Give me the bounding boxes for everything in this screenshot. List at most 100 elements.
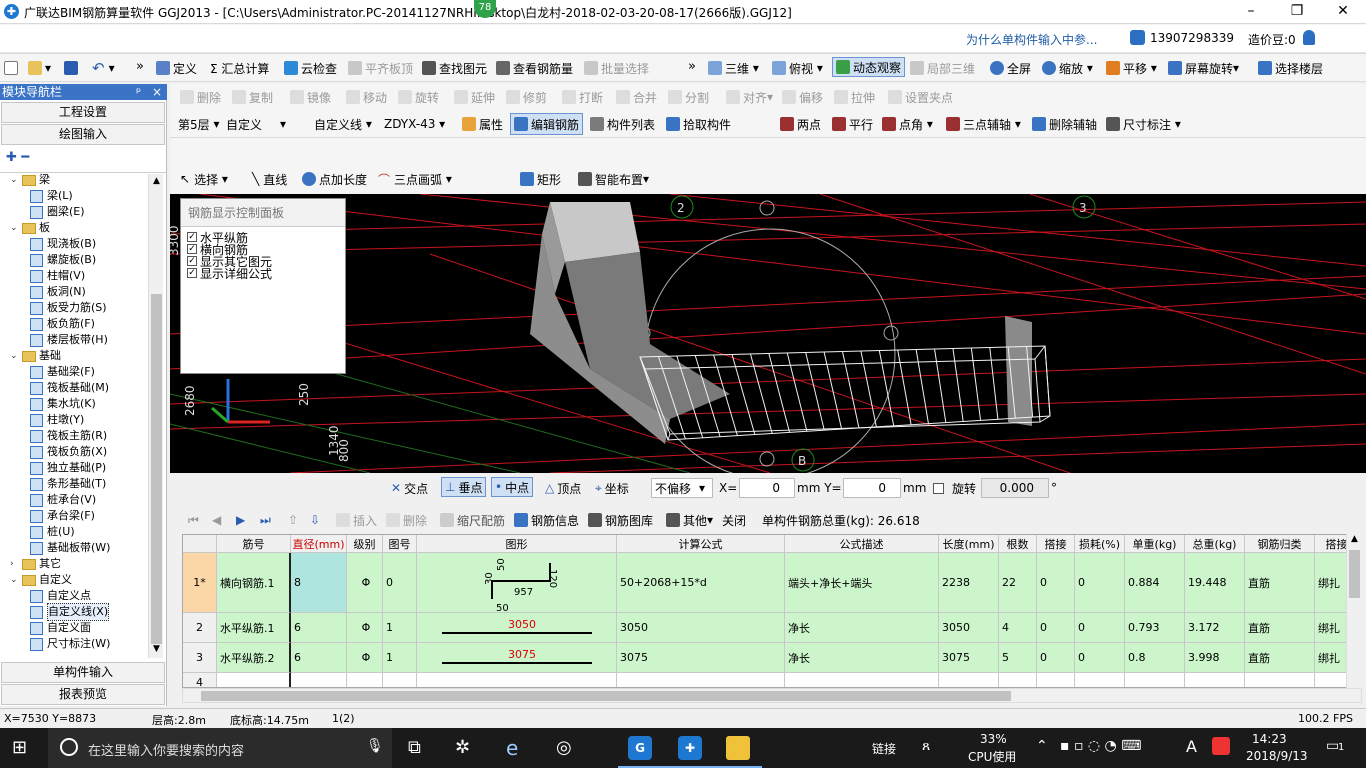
tree-item[interactable]: 桩(U) bbox=[30, 524, 75, 540]
tree-item[interactable]: 楼层板带(H) bbox=[30, 332, 108, 348]
restore-button[interactable]: ❐ bbox=[1274, 0, 1320, 24]
grid-cell-count[interactable]: 22 bbox=[999, 553, 1037, 613]
find-element-button[interactable]: 查找图元 bbox=[422, 58, 487, 78]
grid-cell-cls[interactable]: 直筋 bbox=[1245, 643, 1315, 673]
two-points-button[interactable]: 两点 bbox=[780, 114, 821, 134]
3d-scene[interactable]: 2 3 B 3300 2680 250 1340 800 bbox=[170, 194, 1366, 473]
grid-cell-num[interactable]: 1* bbox=[183, 553, 217, 613]
tray-expand-icon[interactable]: ⌃ bbox=[1036, 738, 1048, 754]
scale-rebar-button[interactable]: 缩尺配筋 bbox=[440, 510, 505, 530]
single-member-input-button[interactable]: 单构件输入 bbox=[1, 662, 165, 683]
grid-cell-empty[interactable] bbox=[383, 673, 417, 687]
category-select[interactable]: 自定义 ▾ bbox=[226, 114, 304, 134]
grid-cell-dia[interactable]: 6 bbox=[291, 613, 347, 643]
more-chevron[interactable]: » bbox=[136, 56, 144, 76]
next-record-button[interactable]: ▶ bbox=[236, 510, 245, 530]
tree-item[interactable]: 板洞(N) bbox=[30, 284, 86, 300]
checkbox-show-formula[interactable]: ✓ 显示详细公式 bbox=[187, 267, 272, 281]
grid-cell-loss[interactable]: 0 bbox=[1075, 553, 1125, 613]
grid-cell-empty[interactable] bbox=[1185, 673, 1245, 687]
tree-item[interactable]: 筏板基础(M) bbox=[30, 380, 109, 396]
user-phone[interactable]: 13907298339 bbox=[1150, 31, 1234, 45]
y-input[interactable]: 0 bbox=[843, 478, 901, 498]
align-slab-top-button[interactable]: 平齐板顶 bbox=[348, 58, 413, 78]
expand-toggle-icon[interactable]: ⌄ bbox=[10, 572, 19, 588]
select-tool[interactable]: ↖ 选择 ▾ bbox=[180, 169, 228, 189]
expand-toggle-icon[interactable]: ⌄ bbox=[10, 220, 19, 236]
mirror-button[interactable]: 镜像 bbox=[290, 87, 331, 107]
member-select[interactable]: ZDYX-43 ▾ bbox=[384, 114, 464, 134]
grid-cell-dia[interactable]: 6 bbox=[291, 643, 347, 673]
more-chevron-2[interactable]: » bbox=[688, 56, 696, 76]
grid-header-cell[interactable]: 长度(mm) bbox=[939, 535, 999, 553]
merge-button[interactable]: 合并 bbox=[616, 87, 657, 107]
grid-cell-loss[interactable]: 0 bbox=[1075, 643, 1125, 673]
mic-icon[interactable]: 🎙 bbox=[366, 738, 384, 754]
grid-cell-name[interactable]: 水平纵筋.2 bbox=[217, 643, 291, 673]
rebar-library-button[interactable]: 钢筋图库 bbox=[588, 510, 653, 530]
smart-layout-tool[interactable]: 智能布置 ▾ bbox=[578, 169, 649, 189]
grid-cell-empty[interactable] bbox=[617, 673, 785, 687]
rotate-checkbox[interactable]: 旋转 bbox=[933, 478, 976, 498]
grid-cell-empty[interactable] bbox=[1125, 673, 1185, 687]
pin-icon[interactable]: ᵖ bbox=[136, 84, 141, 100]
grid-cell-num[interactable]: 2 bbox=[183, 613, 217, 643]
extend-button[interactable]: 延伸 bbox=[454, 87, 495, 107]
tree-folder[interactable]: ⌄ 板 bbox=[10, 220, 50, 236]
snap-perpendicular[interactable]: ⊥ 垂点 bbox=[441, 477, 487, 497]
offset-mode-select[interactable]: 不偏移 ▾ bbox=[651, 478, 713, 498]
grid-hscroll-thumb[interactable] bbox=[201, 691, 1011, 701]
grid-header-cell[interactable]: 图号 bbox=[383, 535, 417, 553]
tree-item[interactable]: 板负筋(F) bbox=[30, 316, 95, 332]
task-view-icon[interactable]: ⧉ bbox=[408, 736, 432, 760]
faq-link[interactable]: 为什么单构件输入中参... bbox=[966, 31, 1097, 48]
save-button[interactable] bbox=[64, 58, 81, 78]
grid-cell-empty[interactable] bbox=[785, 673, 939, 687]
snap-intersection[interactable]: ✕ 交点 bbox=[391, 478, 428, 498]
line-tool[interactable]: ╲ 直线 bbox=[252, 169, 287, 189]
tree-item[interactable]: 螺旋板(B) bbox=[30, 252, 96, 268]
open-button[interactable]: ▾ bbox=[28, 58, 51, 78]
grid-header-cell[interactable]: 图形 bbox=[417, 535, 617, 553]
three-point-arc-tool[interactable]: ⌒ 三点画弧 ▾ bbox=[378, 169, 452, 189]
sogou-icon[interactable] bbox=[1212, 737, 1230, 755]
tree-item[interactable]: 现浇板(B) bbox=[30, 236, 96, 252]
move-up-button[interactable]: ⇧ bbox=[288, 510, 298, 530]
rebar-info-button[interactable]: 钢筋信息 bbox=[514, 510, 579, 530]
close-grid-button[interactable]: 关闭 bbox=[722, 510, 746, 530]
pick-member-button[interactable]: 拾取构件 bbox=[666, 114, 731, 134]
grid-cell-unit-w[interactable]: 0.8 bbox=[1125, 643, 1185, 673]
grid-cell-loss[interactable]: 0 bbox=[1075, 613, 1125, 643]
tree-item[interactable]: 自定义点 bbox=[30, 588, 91, 604]
grid-cell-grade[interactable]: Φ bbox=[347, 553, 383, 613]
tree-item[interactable]: 基础梁(F) bbox=[30, 364, 95, 380]
rectangle-tool[interactable]: 矩形 bbox=[520, 169, 561, 189]
windows-start-icon[interactable]: ⊞ bbox=[12, 736, 36, 760]
grid-cell-empty[interactable] bbox=[347, 673, 383, 687]
parallel-button[interactable]: 平行 bbox=[832, 114, 873, 134]
3d-view-button[interactable]: 三维 ▾ bbox=[708, 58, 759, 78]
split-button[interactable]: 分割 bbox=[668, 87, 709, 107]
tray-icons[interactable]: ▪ ▫ ◌ ◔ ⌨ bbox=[1060, 738, 1141, 754]
grid-cell-count[interactable]: 4 bbox=[999, 613, 1037, 643]
copy-button[interactable]: 复制 bbox=[232, 87, 273, 107]
select-floor-button[interactable]: 选择楼层 bbox=[1258, 58, 1323, 78]
grid-cell-name[interactable]: 水平纵筋.1 bbox=[217, 613, 291, 643]
pan-button[interactable]: 平移 ▾ bbox=[1106, 58, 1157, 78]
rotate-angle-input[interactable]: 0.000 bbox=[981, 478, 1049, 498]
view-rebar-qty-button[interactable]: 查看钢筋量 bbox=[496, 58, 573, 78]
grid-header-cell[interactable]: 钢筋归类 bbox=[1245, 535, 1315, 553]
snap-midpoint[interactable]: • 中点 bbox=[491, 477, 534, 497]
tree-item[interactable]: 集水坑(K) bbox=[30, 396, 96, 412]
notes-app-icon[interactable] bbox=[726, 736, 750, 760]
expand-toggle-icon[interactable]: ⌄ bbox=[10, 348, 19, 364]
grid-cell-lap[interactable]: 0 bbox=[1037, 643, 1075, 673]
zoom-button[interactable]: 缩放 ▾ bbox=[1042, 58, 1093, 78]
grid-cell-empty[interactable] bbox=[939, 673, 999, 687]
last-record-button[interactable]: ⏭ bbox=[260, 510, 271, 530]
grid-cell-unit-w[interactable]: 0.793 bbox=[1125, 613, 1185, 643]
local-3d-button[interactable]: 局部三维 bbox=[910, 58, 975, 78]
grid-header-cell[interactable]: 根数 bbox=[999, 535, 1037, 553]
grid-header-cell[interactable]: 直径(mm) bbox=[291, 535, 347, 553]
set-grip-button[interactable]: 设置夹点 bbox=[888, 87, 953, 107]
